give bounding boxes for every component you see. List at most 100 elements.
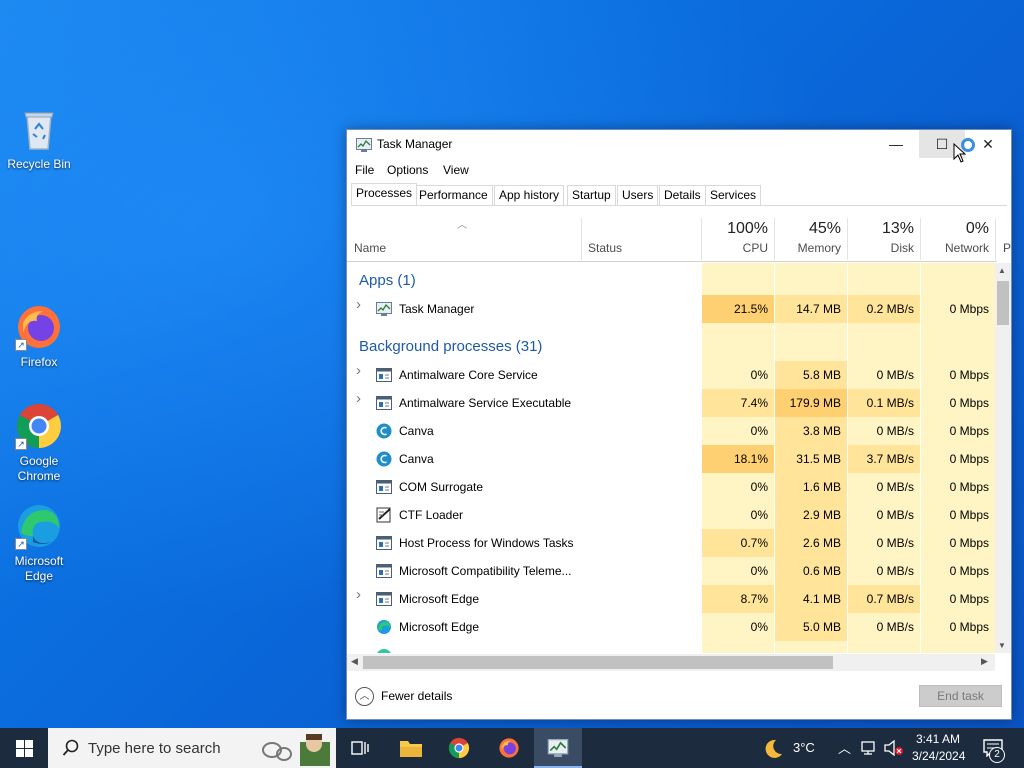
tab-startup[interactable]: Startup — [567, 185, 616, 205]
recycle-bin-icon — [15, 105, 63, 153]
tab-details[interactable]: Details — [659, 185, 706, 205]
start-button[interactable] — [0, 728, 48, 768]
scroll-right-icon[interactable]: ▶ — [981, 656, 988, 667]
tab-users[interactable]: Users — [617, 185, 659, 205]
menu-options[interactable]: Options — [387, 163, 428, 177]
clock-date[interactable]: 3/24/2024 — [912, 749, 965, 763]
tab-performance[interactable]: Performance — [414, 185, 493, 205]
memory-value: 3.8 MB — [802, 424, 841, 438]
desktop-icon-chrome[interactable]: ↗ Google Chrome — [1, 402, 77, 484]
column-header: ︿ Name Status 100% CPU 45% Memory 13% Di… — [347, 210, 1011, 262]
column-power[interactable]: P — [1003, 241, 1011, 255]
tab-processes[interactable]: Processes — [351, 183, 418, 205]
process-row[interactable]: › Antimalware Core Service 0% 5.8 MB 0 MB/s 0… — [347, 361, 997, 389]
process-row[interactable]: COM Surrogate 0% 1.6 MB 0 MB/s 0 Mbps — [347, 473, 997, 501]
horizontal-scrollbar[interactable]: ◀ ▶ — [347, 654, 995, 671]
weather-temperature[interactable]: 3°C — [793, 740, 815, 755]
process-name: Antimalware Core Service — [399, 368, 538, 382]
taskbar-firefox[interactable] — [485, 728, 533, 768]
clock-time[interactable]: 3:41 AM — [916, 732, 960, 746]
network-icon[interactable] — [861, 740, 879, 756]
task-manager-icon — [376, 301, 392, 317]
shortcut-arrow-icon: ↗ — [15, 339, 27, 351]
desktop-icon-edge[interactable]: ↗ Microsoft Edge — [1, 502, 77, 584]
chrome-icon — [448, 737, 470, 759]
search-placeholder: Type here to search — [88, 740, 221, 757]
process-row[interactable]: Microsoft Edge 0% 5.0 MB 0 MB/s 0 Mbps — [347, 613, 997, 641]
taskbar-file-explorer[interactable] — [386, 728, 434, 768]
window-title: Task Manager — [377, 137, 453, 151]
group-header-apps[interactable]: Apps (1) — [347, 267, 997, 295]
memory-value: 2.6 MB — [802, 536, 841, 550]
cpu-label: CPU — [742, 241, 768, 255]
expand-chevron-icon[interactable]: › — [356, 363, 366, 378]
expand-chevron-icon[interactable]: › — [356, 587, 366, 602]
menu-view[interactable]: View — [443, 163, 469, 177]
expand-chevron-icon[interactable]: › — [356, 391, 366, 406]
disk-total: 13% — [881, 220, 914, 237]
action-center-button[interactable]: 2 — [975, 728, 1024, 768]
desktop-icon-firefox[interactable]: ↗ Firefox — [1, 303, 77, 370]
column-network[interactable]: 0% Network — [921, 210, 995, 262]
task-manager-window: Task Manager — ☐ ✕ File Options View Pro… — [346, 129, 1012, 720]
search-box[interactable]: Type here to search — [48, 728, 336, 768]
scroll-up-icon[interactable]: ▲ — [998, 266, 1006, 275]
tab-app-history[interactable]: App history — [494, 185, 565, 205]
fewer-details-link[interactable]: Fewer details — [381, 689, 452, 703]
column-disk[interactable]: 13% Disk — [848, 210, 920, 262]
shortcut-arrow-icon: ↗ — [15, 438, 27, 450]
process-row[interactable]: Canva 18.1% 31.5 MB 3.7 MB/s 0 Mbps — [347, 445, 997, 473]
cpu-value: 0% — [750, 564, 768, 578]
expand-chevron-icon[interactable]: › — [356, 297, 366, 312]
search-icon — [62, 739, 79, 756]
group-header-background[interactable]: Background processes (31) — [347, 333, 997, 361]
taskbar-chrome[interactable] — [435, 728, 483, 768]
memory-total: 45% — [808, 220, 841, 237]
network-value: 0 Mbps — [949, 508, 989, 522]
service-icon — [376, 479, 392, 495]
canva-icon — [376, 451, 392, 467]
service-icon — [376, 591, 392, 607]
column-memory[interactable]: 45% Memory — [775, 210, 847, 262]
process-row[interactable]: › Task Manager 21.5% 14.7 MB 0.2 MB/s 0 Mbps — [347, 295, 997, 323]
tray-overflow-chevron-icon[interactable]: ︿ — [838, 738, 851, 757]
process-row[interactable]: › Antimalware Service Executable 7.4% 179.9… — [347, 389, 997, 417]
column-cpu[interactable]: 100% CPU — [702, 210, 774, 262]
process-row[interactable]: Microsoft Compatibility Teleme... 0% 0.6 M… — [347, 557, 997, 585]
vertical-scroll-thumb[interactable] — [997, 281, 1009, 325]
end-task-button[interactable]: End task — [919, 685, 1002, 707]
tab-services[interactable]: Services — [705, 185, 762, 205]
menu-file[interactable]: File — [355, 163, 374, 177]
ctf-loader-icon — [376, 507, 392, 523]
process-name: Task Manager — [399, 302, 475, 316]
memory-value: 5.8 MB — [802, 368, 841, 382]
process-name: Canva — [399, 424, 434, 438]
process-row[interactable]: Canva 0% 3.8 MB 0 MB/s 0 Mbps — [347, 417, 997, 445]
scroll-down-icon[interactable]: ▼ — [998, 641, 1006, 650]
taskbar-task-manager[interactable] — [534, 728, 582, 768]
weather-moon-icon[interactable] — [762, 738, 784, 760]
desktop-icon-recycle-bin[interactable]: Recycle Bin — [1, 105, 77, 172]
horizontal-scroll-thumb[interactable] — [363, 656, 833, 669]
search-highlight-illustration — [258, 732, 336, 766]
process-row[interactable]: Host Process for Windows Tasks 0.7% 2.6 MB… — [347, 529, 997, 557]
group-title: Background processes (31) — [359, 338, 543, 355]
column-name[interactable]: Name — [354, 241, 386, 255]
desktop-icon-label: Google Chrome — [17, 454, 61, 483]
task-manager-icon — [356, 138, 372, 152]
disk-value: 0.1 MB/s — [866, 396, 914, 410]
process-row[interactable]: CTF Loader 0% 2.9 MB 0 MB/s 0 Mbps — [347, 501, 997, 529]
cpu-total: 100% — [727, 220, 768, 237]
tab-strip: Processes Performance App history Startu… — [351, 183, 1011, 205]
vertical-scrollbar[interactable]: ▲ ▼ — [995, 263, 1011, 653]
edge-icon — [376, 619, 392, 635]
task-view-button[interactable] — [336, 728, 384, 768]
column-status[interactable]: Status — [588, 241, 622, 255]
process-row[interactable]: › Microsoft Edge 8.7% 4.1 MB 0.7 MB/s 0 Mbps — [347, 585, 997, 613]
scroll-left-icon[interactable]: ◀ — [351, 656, 358, 667]
title-bar[interactable]: Task Manager — ☐ ✕ — [347, 130, 1011, 163]
tab-divider — [351, 205, 1007, 206]
volume-muted-icon[interactable] — [884, 740, 904, 756]
minimize-button[interactable]: — — [873, 130, 919, 158]
chevron-up-icon[interactable]: ︿ — [355, 687, 374, 706]
